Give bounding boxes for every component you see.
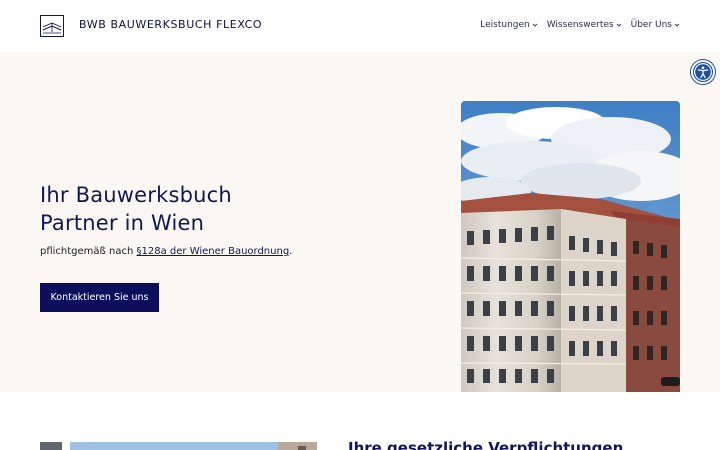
hero-section: Ihr Bauwerksbuch Partner in Wien pflicht… [0, 52, 720, 392]
subtitle-suffix: . [289, 246, 293, 257]
chevron-down-icon [674, 23, 680, 27]
building-photo [461, 101, 680, 392]
obligations-section: Ihre gesetzliche Verpflichtungen [0, 392, 720, 450]
main-nav: Leistungen Wissenswertes Über Uns [480, 20, 680, 30]
nav-item-ueber-uns[interactable]: Über Uns [631, 20, 680, 30]
bauordnung-link[interactable]: §128a der Wiener Bauordnung [137, 246, 290, 257]
nav-item-label: Leistungen [480, 20, 530, 30]
nav-item-leistungen[interactable]: Leistungen [480, 20, 538, 30]
contact-button[interactable]: Kontaktieren Sie uns [40, 283, 159, 312]
book-logo-icon[interactable] [40, 15, 64, 37]
nav-item-label: Über Uns [630, 20, 672, 30]
hero-title: Ihr Bauwerksbuch Partner in Wien [40, 181, 340, 237]
brand-name[interactable]: BWB BAUWERKSBUCH FLEXCO [79, 18, 262, 31]
nav-item-label: Wissenswertes [546, 20, 614, 30]
chevron-down-icon [616, 23, 621, 27]
chevron-down-icon [532, 23, 538, 27]
section-photo [40, 442, 317, 450]
subtitle-prefix: pflichtgemäß nach [40, 246, 137, 257]
hero-subtitle: pflichtgemäß nach §128a der Wiener Bauor… [40, 246, 292, 257]
site-header: BWB BAUWERKSBUCH FLEXCO Leistungen Wisse… [0, 0, 720, 52]
accessibility-icon[interactable] [691, 60, 715, 84]
nav-item-wissenswertes[interactable]: Wissenswertes [547, 20, 622, 30]
section-title: Ihre gesetzliche Verpflichtungen [348, 439, 624, 450]
hero-title-line-2: Partner in Wien [40, 211, 205, 235]
hero-title-line-1: Ihr Bauwerksbuch [40, 183, 232, 207]
